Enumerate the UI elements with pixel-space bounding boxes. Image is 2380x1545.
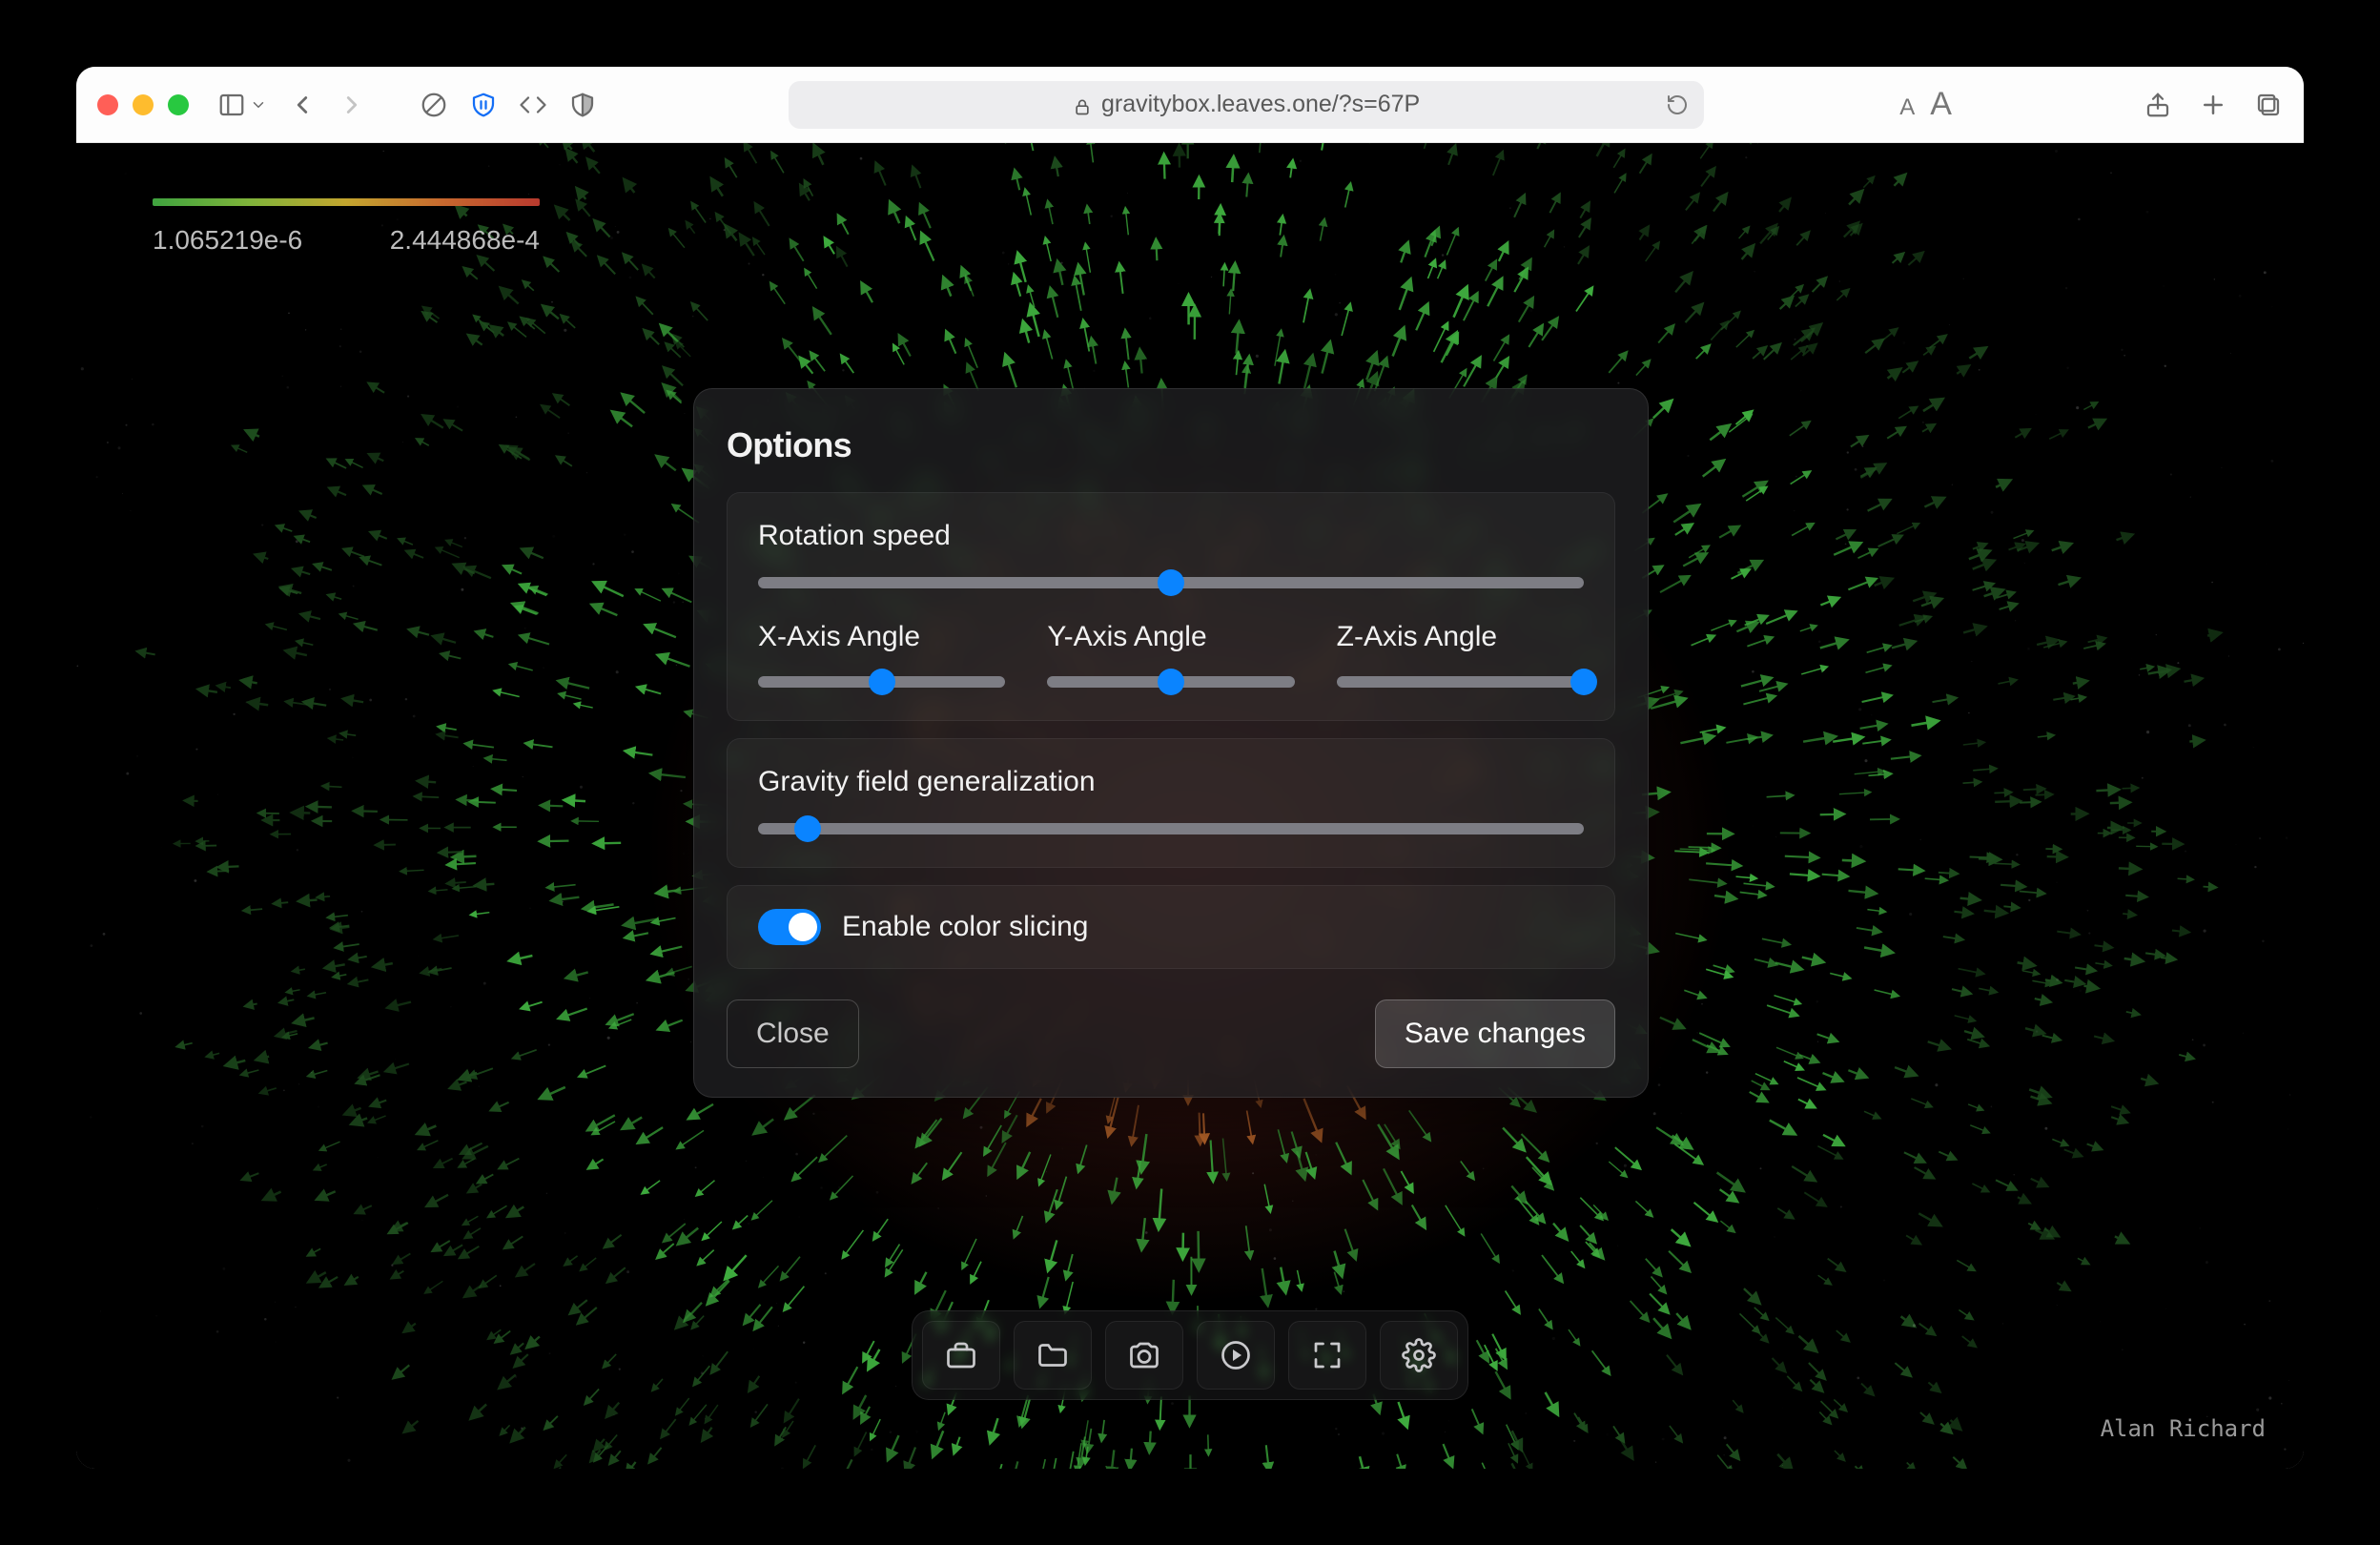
camera-button[interactable] xyxy=(1105,1321,1183,1390)
x-axis-thumb[interactable] xyxy=(869,669,895,695)
new-tab-icon[interactable] xyxy=(2199,91,2227,119)
y-axis-label: Y-Axis Angle xyxy=(1047,621,1294,653)
y-axis-thumb[interactable] xyxy=(1158,669,1184,695)
traffic-lights xyxy=(97,94,189,115)
gravity-card: Gravity field generalization xyxy=(727,738,1615,868)
app-viewport: 1.065219e-6 2.444868e-4 Options Rotation… xyxy=(76,143,2304,1469)
bottom-toolbar xyxy=(912,1310,1468,1400)
toggle-knob xyxy=(789,913,817,941)
rotation-speed-slider[interactable] xyxy=(758,577,1584,588)
window-maximize-button[interactable] xyxy=(168,94,189,115)
settings-button[interactable] xyxy=(1380,1321,1458,1390)
briefcase-button[interactable] xyxy=(922,1321,1000,1390)
forward-button[interactable] xyxy=(338,91,366,119)
reload-icon[interactable] xyxy=(1666,93,1689,116)
x-axis-label: X-Axis Angle xyxy=(758,621,1005,653)
close-button[interactable]: Close xyxy=(727,999,859,1068)
font-small-icon[interactable]: A xyxy=(1899,94,1915,121)
color-scale-legend: 1.065219e-6 2.444868e-4 xyxy=(153,198,540,256)
y-axis-slider[interactable] xyxy=(1047,676,1294,688)
tab-overview-icon[interactable] xyxy=(2254,91,2283,119)
z-axis-label: Z-Axis Angle xyxy=(1337,621,1584,653)
gravity-slider[interactable] xyxy=(758,823,1584,834)
z-axis-slider[interactable] xyxy=(1337,676,1584,688)
browser-window: gravitybox.leaves.one/?s=67P A A xyxy=(76,67,2304,1469)
lock-icon xyxy=(1073,95,1092,114)
color-slicing-label: Enable color slicing xyxy=(842,911,1088,943)
modal-title: Options xyxy=(727,425,1615,465)
shield-half-icon[interactable] xyxy=(568,91,597,119)
gravity-label: Gravity field generalization xyxy=(758,766,1584,798)
url-bar[interactable]: gravitybox.leaves.one/?s=67P xyxy=(789,81,1704,129)
legend-min-value: 1.065219e-6 xyxy=(153,225,302,256)
browser-toolbar: gravitybox.leaves.one/?s=67P A A xyxy=(76,67,2304,143)
window-close-button[interactable] xyxy=(97,94,118,115)
url-text: gravitybox.leaves.one/?s=67P xyxy=(1101,91,1420,118)
options-modal: Options Rotation speed X-Axis Angle Y-Ax… xyxy=(693,388,1649,1098)
legend-gradient-bar xyxy=(153,198,540,206)
z-axis-thumb[interactable] xyxy=(1570,669,1597,695)
privacy-shield-icon[interactable] xyxy=(469,91,498,119)
chevron-down-icon[interactable] xyxy=(250,91,267,119)
gravity-thumb[interactable] xyxy=(794,815,821,842)
credit-text: Alan Richard xyxy=(2101,1415,2266,1442)
fullscreen-button[interactable] xyxy=(1288,1321,1366,1390)
share-icon[interactable] xyxy=(2144,91,2172,119)
rotation-speed-thumb[interactable] xyxy=(1158,569,1184,596)
save-changes-button[interactable]: Save changes xyxy=(1375,999,1615,1068)
no-tracking-icon[interactable] xyxy=(420,91,448,119)
rotation-speed-label: Rotation speed xyxy=(758,520,1584,552)
color-slicing-toggle[interactable] xyxy=(758,909,821,945)
back-button[interactable] xyxy=(288,91,317,119)
sidebar-toggle-icon[interactable] xyxy=(217,91,246,119)
reader-font-size[interactable]: A A xyxy=(1899,86,1952,123)
play-button[interactable] xyxy=(1197,1321,1275,1390)
x-axis-slider[interactable] xyxy=(758,676,1005,688)
font-large-icon[interactable]: A xyxy=(1930,86,1952,123)
modal-footer: Close Save changes xyxy=(727,999,1615,1068)
window-minimize-button[interactable] xyxy=(133,94,154,115)
color-slicing-row: Enable color slicing xyxy=(727,885,1615,969)
rotation-card: Rotation speed X-Axis Angle Y-Axis Angle xyxy=(727,492,1615,721)
legend-max-value: 2.444868e-4 xyxy=(390,225,540,256)
code-icon[interactable] xyxy=(519,91,547,119)
folder-button[interactable] xyxy=(1014,1321,1092,1390)
